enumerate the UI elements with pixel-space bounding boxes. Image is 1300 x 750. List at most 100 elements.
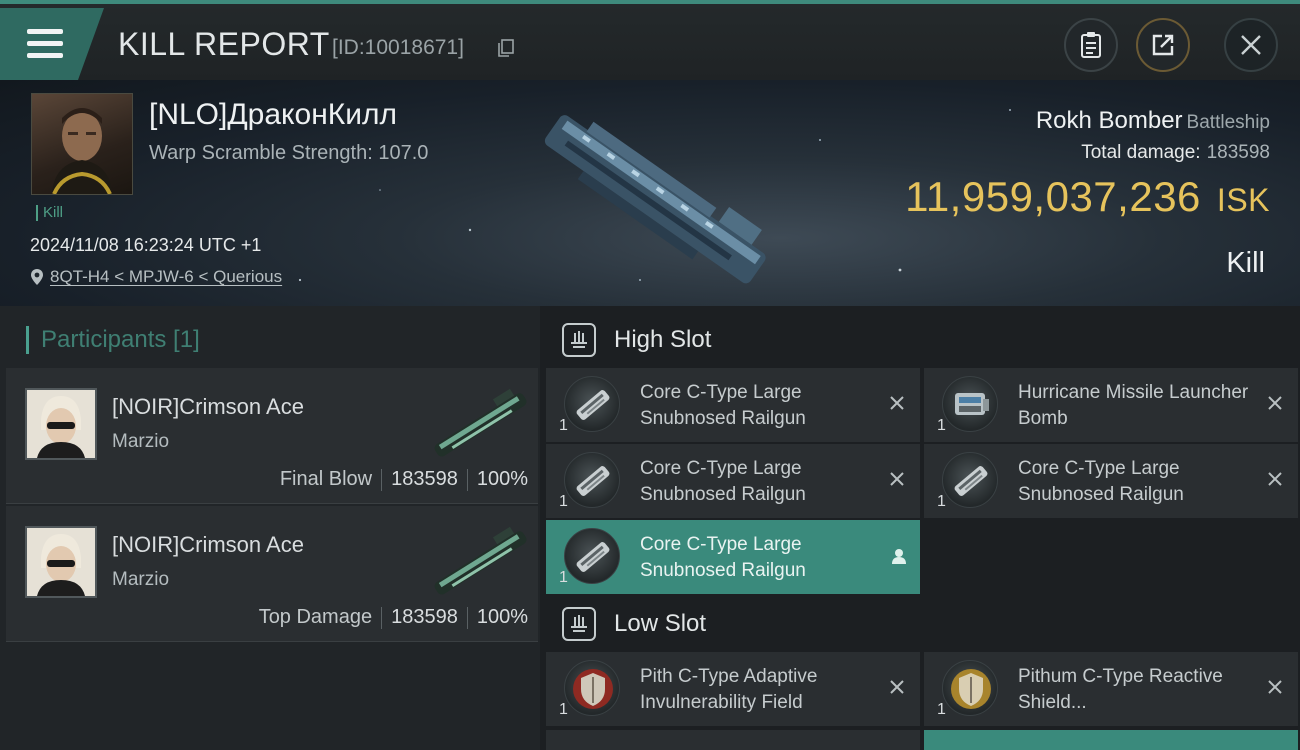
page-title: KILL REPORT: [118, 26, 330, 62]
low-slot-icon: [562, 607, 596, 641]
module-quantity: 1: [937, 493, 946, 510]
location-pin-icon: [31, 269, 43, 285]
module-item[interactable]: 1 Core C-Type Large Snubnosed Railgun: [546, 368, 920, 442]
railgun-icon: [564, 452, 620, 508]
shield-module-icon: [942, 660, 998, 716]
isk-unit: ISK: [1216, 182, 1270, 218]
pilot-icon[interactable]: [890, 547, 908, 565]
participant-name[interactable]: [NOIR]Crimson Ace: [112, 394, 304, 420]
participant-stats: Final Blow 183598 100%: [280, 468, 528, 491]
high-slot-icon: [562, 323, 596, 357]
participants-panel: Participants [1] [NOIR]Crimson Ace Marzi…: [0, 306, 540, 750]
module-quantity: 1: [559, 417, 568, 434]
missile-launcher-icon: [942, 376, 998, 432]
missile-launcher-glyph: [955, 393, 989, 415]
close-button[interactable]: [1224, 18, 1278, 72]
slot-icon-glyph: [571, 331, 587, 348]
ship-class-text: Battleship: [1186, 112, 1270, 133]
top-damage-label: Top Damage: [258, 606, 373, 628]
kill-tag: Kill: [36, 205, 63, 221]
title-bar: KILL REPORT [ID:10018671]: [0, 0, 1300, 80]
clipboard-icon: [1081, 32, 1101, 58]
shield-module-icon: [564, 660, 620, 716]
participant-ship-icon: [434, 388, 527, 457]
railgun-glyph: [954, 466, 988, 496]
menu-icon: [27, 29, 63, 34]
participant-name[interactable]: [NOIR]Crimson Ace: [112, 532, 304, 558]
participant-row[interactable]: [NOIR]Crimson Ace Marzio Top Damage 1835…: [6, 506, 538, 642]
report-id: [ID:10018671]: [332, 36, 464, 59]
victim-banner: [NLO]ДраконКилл Warp Scramble Strength: …: [0, 80, 1300, 306]
ship-name-text: Rokh Bomber: [1035, 107, 1183, 134]
participant-damage: 183598: [391, 606, 458, 628]
victim-ship-name[interactable]: Rokh Bomber Battleship: [1036, 107, 1270, 135]
menu-icon-bar: [27, 41, 63, 46]
warp-scramble-strength: Warp Scramble Strength: 107.0: [149, 142, 429, 164]
close-icon[interactable]: [888, 470, 906, 488]
victim-portrait[interactable]: [31, 93, 133, 195]
railgun-icon: [564, 528, 620, 584]
location-path[interactable]: 8QT-H4 < MPJW-6 < Querious: [50, 267, 282, 287]
avatar: [25, 388, 97, 460]
module-name: Core C-Type Large Snubnosed Railgun: [640, 382, 806, 429]
stat-divider: [381, 606, 383, 629]
slot-icon-glyph: [571, 615, 587, 632]
participants-header: Participants [1]: [26, 326, 200, 354]
close-icon[interactable]: [888, 394, 906, 412]
participant-corp: Marzio: [112, 431, 170, 452]
participant-avatar-image: [27, 390, 95, 458]
victim-name[interactable]: [NLO]ДраконКилл: [149, 98, 397, 132]
close-icon[interactable]: [1266, 394, 1284, 412]
stat-divider: [466, 606, 468, 629]
close-icon[interactable]: [1266, 678, 1284, 696]
pilot-portrait-image: [52, 108, 112, 195]
module-item-selected[interactable]: 1 Core C-Type Large Snubnosed Railgun: [546, 520, 920, 594]
module-name: Pith C-Type Adaptive Invulnerability Fie…: [640, 666, 818, 713]
module-item[interactable]: 1 Pith C-Type Adaptive Invulnerability F…: [546, 652, 920, 726]
participant-damage-percent: 100%: [476, 468, 528, 490]
result-label: Kill: [1226, 247, 1265, 279]
close-icon[interactable]: [1266, 470, 1284, 488]
close-icon[interactable]: [888, 678, 906, 696]
module-quantity: 1: [937, 417, 946, 434]
module-item[interactable]: 1 Core C-Type Large Snubnosed Railgun: [546, 444, 920, 518]
share-icon: [1152, 34, 1174, 56]
clipboard-button[interactable]: [1064, 18, 1118, 72]
module-name: Pithum C-Type Reactive Shield...: [1018, 666, 1223, 713]
participant-avatar-image: [27, 528, 95, 596]
fitting-panel: High Slot 1 Core C-Type Large Snubnosed …: [540, 306, 1300, 750]
close-icon: [1241, 35, 1261, 55]
low-slot-label: Low Slot: [614, 610, 707, 637]
module-name: Hurricane Missile Launcher Bomb: [1018, 382, 1249, 429]
railgun-glyph: [576, 390, 610, 420]
module-item[interactable]: 1 Pithum C-Type Reactive Shield...: [924, 652, 1298, 726]
copy-icon[interactable]: [498, 39, 514, 57]
share-button[interactable]: [1136, 18, 1190, 72]
railgun-glyph: [576, 542, 610, 572]
module-quantity: 1: [937, 701, 946, 718]
menu-button[interactable]: [0, 8, 104, 80]
module-item[interactable]: 1 Hurricane Missile Launcher Bomb: [924, 368, 1298, 442]
railgun-icon: [942, 452, 998, 508]
module-quantity: 1: [559, 701, 568, 718]
module-item[interactable]: [546, 730, 920, 750]
kill-datetime: 2024/11/08 16:23:24 UTC +1: [30, 235, 262, 255]
railgun-icon: [564, 376, 620, 432]
final-blow-label: Final Blow: [279, 468, 373, 490]
low-slot-header: Low Slot: [546, 594, 1298, 654]
shield-module-glyph: [573, 669, 613, 709]
module-name: Core C-Type Large Snubnosed Railgun: [1018, 458, 1184, 505]
stat-divider: [466, 468, 468, 491]
total-damage: Total damage: 183598: [1081, 142, 1270, 164]
participant-row[interactable]: [NOIR]Crimson Ace Marzio Final Blow 1835…: [6, 368, 538, 504]
high-slot-label: High Slot: [614, 326, 712, 353]
module-item[interactable]: [924, 730, 1298, 750]
module-item[interactable]: 1 Core C-Type Large Snubnosed Railgun: [924, 444, 1298, 518]
participant-corp: Marzio: [112, 569, 170, 590]
kill-location-link[interactable]: 8QT-H4 < MPJW-6 < Querious: [30, 267, 282, 287]
module-quantity: 1: [559, 569, 568, 586]
avatar: [25, 526, 97, 598]
victim-ship-image: [544, 115, 766, 284]
participant-ship-icon: [434, 526, 527, 595]
participant-stats: Top Damage 183598 100%: [259, 606, 528, 629]
